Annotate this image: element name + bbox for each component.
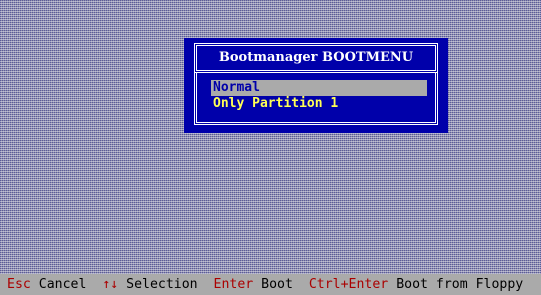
boot-option-normal[interactable]: Normal [211, 80, 427, 96]
boot-menu-dialog: Bootmanager BOOTMENU Normal Only Partiti… [184, 38, 448, 133]
boot-option-only-partition-1[interactable]: Only Partition 1 [211, 96, 427, 112]
status-action-cancel: Cancel [38, 277, 87, 292]
status-key-esc[interactable]: Esc [7, 277, 31, 292]
status-key-arrows[interactable]: ↑↓ [102, 277, 118, 292]
boot-option-list: Normal Only Partition 1 [194, 73, 438, 125]
status-action-boot: Boot [261, 277, 293, 292]
dialog-title: Bootmanager BOOTMENU [194, 43, 438, 73]
status-action-selection: Selection [126, 277, 198, 292]
status-action-boot-floppy: Boot from Floppy [396, 277, 524, 292]
status-key-ctrl-enter[interactable]: Ctrl+Enter [309, 277, 388, 292]
status-key-enter[interactable]: Enter [214, 277, 254, 292]
status-bar: Esc Cancel ↑↓ Selection Enter Boot Ctrl+… [0, 274, 541, 295]
